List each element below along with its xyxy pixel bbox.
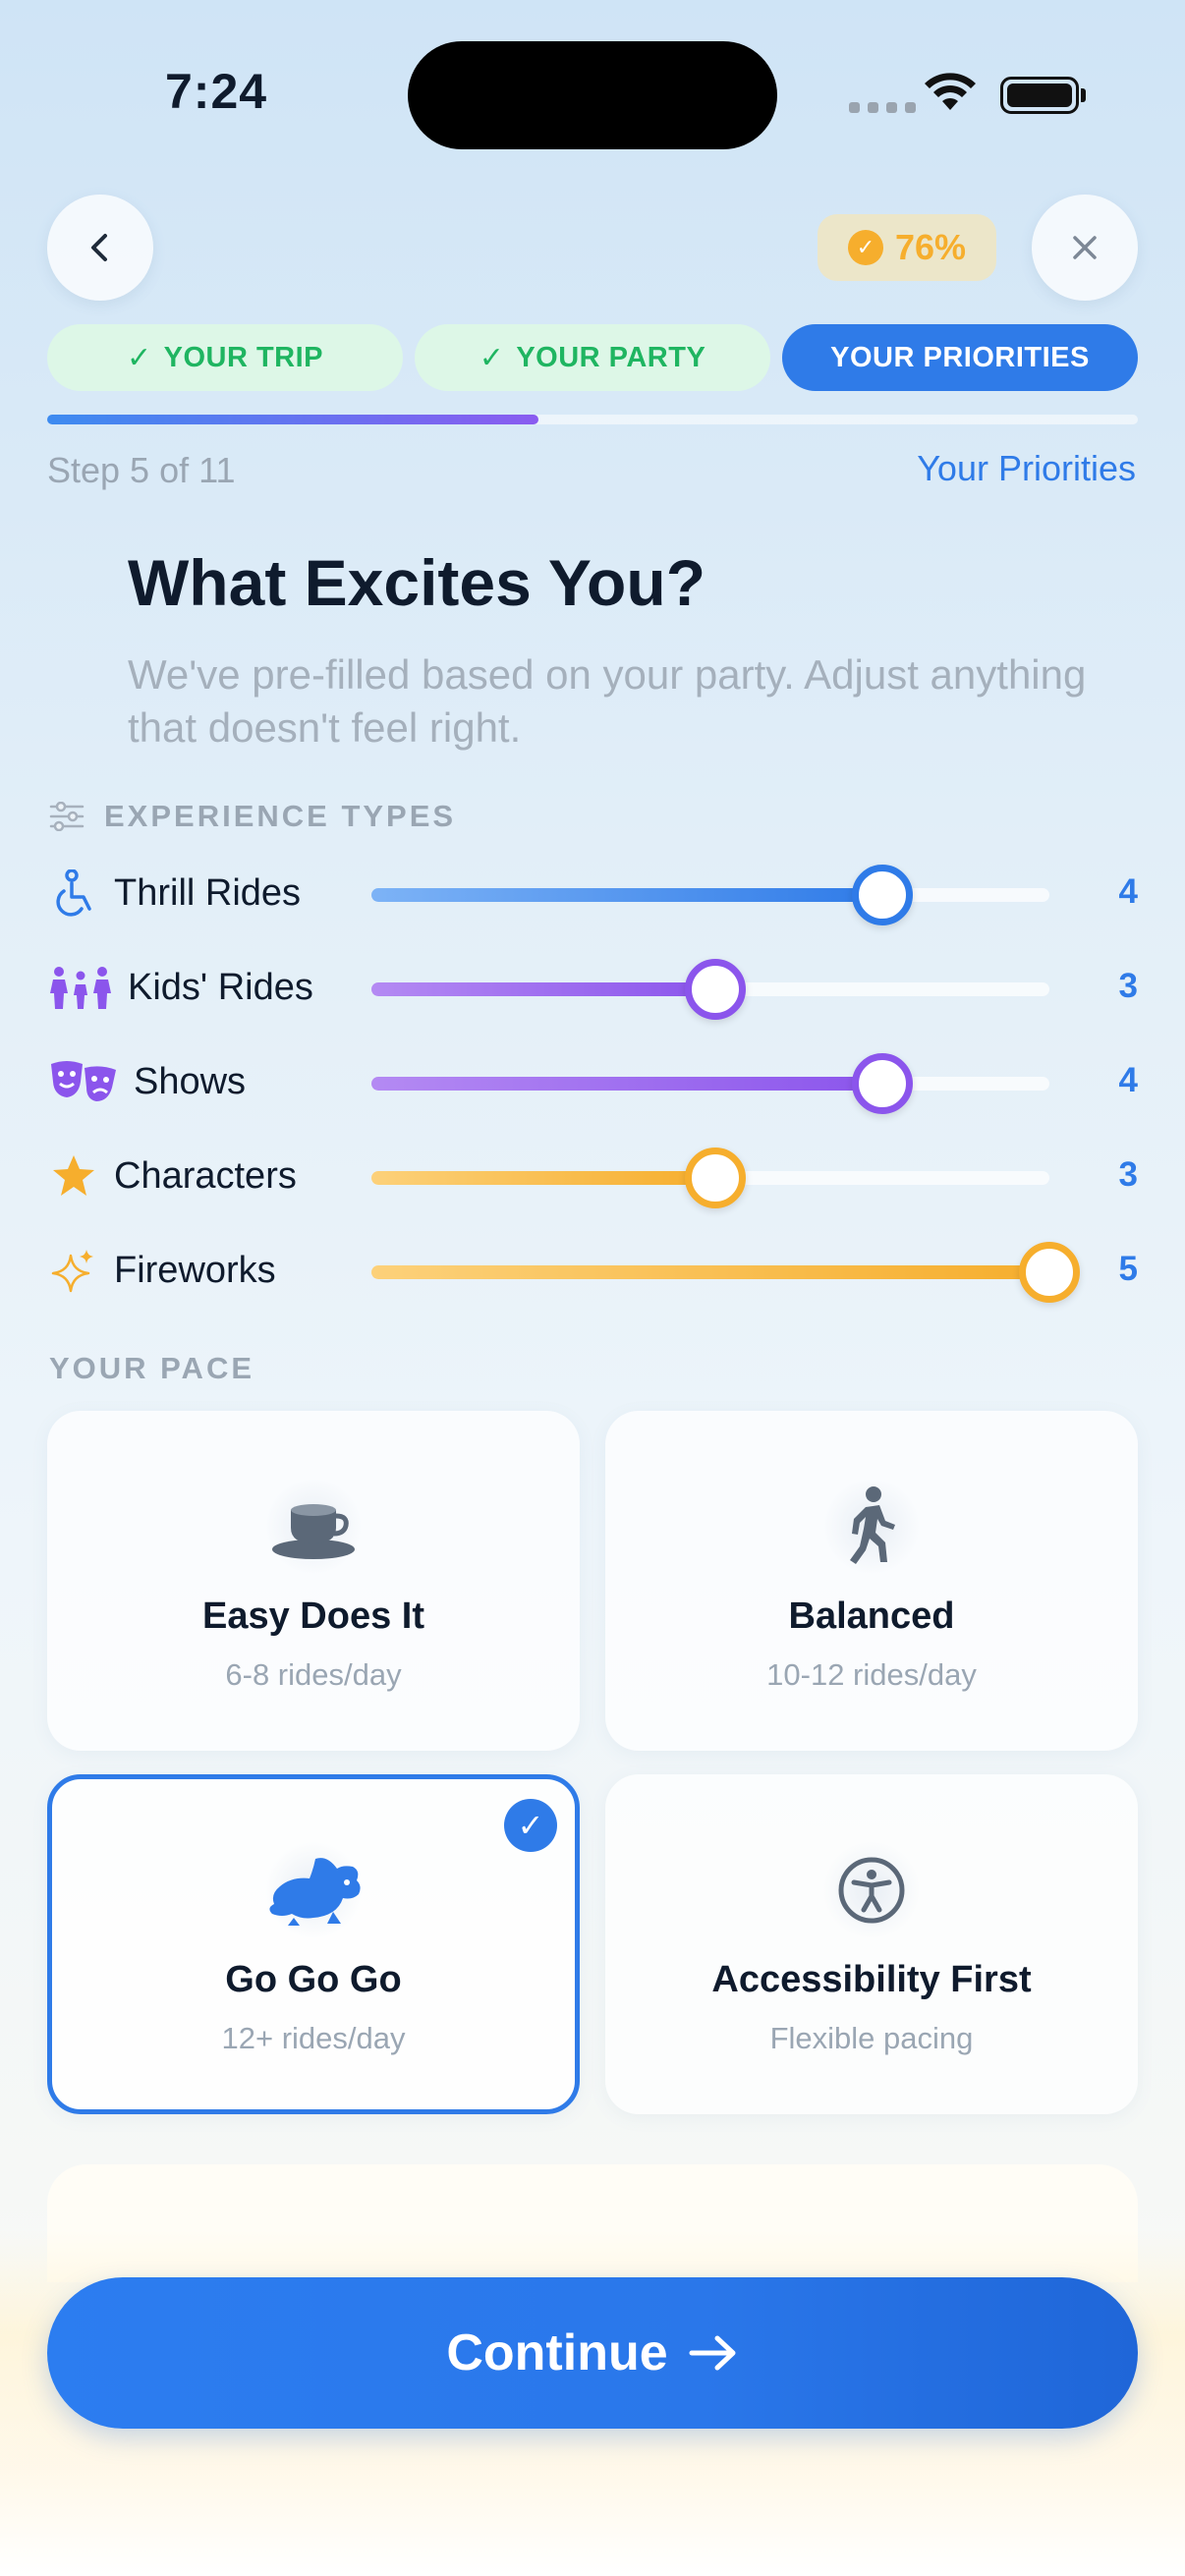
- back-button[interactable]: [47, 195, 153, 301]
- slider-label: Fireworks: [114, 1249, 276, 1291]
- check-circle-icon: ✓: [847, 230, 883, 265]
- slider-row-thrill-rides: Thrill Rides 4: [49, 859, 1140, 927]
- thrill-rides-slider[interactable]: [371, 865, 1049, 925]
- slider-fill: [371, 1171, 715, 1185]
- pace-title: Balanced: [788, 1596, 955, 1637]
- pace-card-easy-does-it[interactable]: Easy Does It 6-8 rides/day: [47, 1411, 580, 1751]
- checkmark-icon: ✓: [479, 341, 505, 374]
- slider-value: 3: [1118, 967, 1138, 1005]
- slider-label: Shows: [134, 1060, 247, 1102]
- rabbit-icon: [264, 1841, 363, 1939]
- tab-your-priorities[interactable]: YOUR PRIORITIES: [782, 324, 1138, 391]
- selected-check-icon: ✓: [504, 1799, 557, 1852]
- slider-thumb[interactable]: [685, 1148, 746, 1208]
- tab-your-party[interactable]: ✓ YOUR PARTY: [415, 324, 770, 391]
- fireworks-slider[interactable]: [371, 1242, 1080, 1303]
- slider-fill: [371, 1265, 1049, 1279]
- pace-title: Accessibility First: [711, 1959, 1032, 2000]
- step-counter: Step 5 of 11: [47, 450, 236, 490]
- sliders-icon: [49, 802, 85, 831]
- tab-label: YOUR TRIP: [163, 341, 324, 373]
- accessibility-icon: [822, 1841, 921, 1939]
- pace-subtitle: 10-12 rides/day: [766, 1657, 977, 1692]
- walking-person-icon: [822, 1478, 921, 1576]
- progress-percent: 76%: [894, 227, 967, 267]
- slider-value: 4: [1118, 872, 1138, 911]
- coffee-cup-icon: [264, 1478, 363, 1576]
- slider-fill: [371, 982, 715, 996]
- slider-row-kids-rides: Kids' Rides 3: [49, 953, 1140, 1022]
- dynamic-island: [408, 41, 777, 149]
- tab-label: YOUR PRIORITIES: [830, 341, 1090, 373]
- pace-subtitle: Flexible pacing: [769, 2021, 974, 2055]
- star-icon: [49, 1151, 98, 1201]
- kids-rides-slider[interactable]: [371, 959, 1049, 1020]
- slider-thumb[interactable]: [685, 959, 746, 1020]
- slider-thumb[interactable]: [852, 1053, 913, 1114]
- arrow-right-icon: [689, 2335, 736, 2371]
- slider-row-characters: Characters 3: [49, 1142, 1140, 1210]
- tab-label: YOUR PARTY: [516, 341, 706, 373]
- cellular-signal-icon: [849, 102, 916, 113]
- slider-label: Kids' Rides: [128, 966, 313, 1008]
- continue-button[interactable]: Continue: [47, 2277, 1138, 2429]
- theater-masks-icon: [49, 1057, 118, 1106]
- slider-row-shows: Shows 4: [49, 1047, 1140, 1116]
- pace-subtitle: 12+ rides/day: [221, 2021, 406, 2055]
- status-time: 7:24: [165, 64, 268, 119]
- pace-card-accessibility-first[interactable]: Accessibility First Flexible pacing: [605, 1774, 1138, 2114]
- page-subtitle: We've pre-filled based on your party. Ad…: [128, 651, 1087, 751]
- slider-fill: [371, 888, 882, 902]
- close-button[interactable]: [1032, 195, 1138, 301]
- slider-label: Characters: [114, 1154, 297, 1197]
- continue-label: Continue: [446, 2324, 668, 2381]
- pace-title: Easy Does It: [202, 1596, 424, 1637]
- slider-thumb[interactable]: [1019, 1242, 1080, 1303]
- slider-fill: [371, 1077, 882, 1091]
- pace-card-go-go-go[interactable]: ✓ Go Go Go 12+ rides/day: [47, 1774, 580, 2114]
- slider-value: 5: [1118, 1250, 1138, 1288]
- section-label-pace: YOUR PACE: [49, 1351, 255, 1385]
- characters-slider[interactable]: [371, 1148, 1049, 1208]
- step-progress-fill: [47, 415, 538, 424]
- slider-row-fireworks: Fireworks 5: [49, 1236, 1140, 1305]
- slider-value: 3: [1118, 1155, 1138, 1194]
- sparkles-icon: [49, 1246, 98, 1295]
- slider-value: 4: [1118, 1061, 1138, 1099]
- chevron-left-icon: [91, 234, 107, 261]
- checkmark-icon: ✓: [126, 341, 152, 374]
- page-title: What Excites You?: [128, 546, 706, 619]
- shows-slider[interactable]: [371, 1053, 1049, 1114]
- slider-label: Thrill Rides: [114, 871, 302, 914]
- close-icon: [1073, 236, 1097, 259]
- pace-card-balanced[interactable]: Balanced 10-12 rides/day: [605, 1411, 1138, 1751]
- tab-your-trip[interactable]: ✓ YOUR TRIP: [47, 324, 403, 391]
- slider-thumb[interactable]: [852, 865, 913, 925]
- pace-subtitle: 6-8 rides/day: [225, 1657, 402, 1692]
- wifi-icon: [924, 73, 977, 117]
- thrill-rides-icon: [49, 868, 98, 918]
- battery-tip: [1081, 88, 1086, 102]
- kids-rides-icon: [49, 963, 112, 1012]
- step-name: Your Priorities: [917, 448, 1136, 488]
- battery-icon: [1000, 77, 1079, 114]
- progress-badge: ✓ 76%: [818, 214, 996, 281]
- section-label-experience: EXPERIENCE TYPES: [49, 799, 456, 834]
- pace-title: Go Go Go: [225, 1959, 402, 2000]
